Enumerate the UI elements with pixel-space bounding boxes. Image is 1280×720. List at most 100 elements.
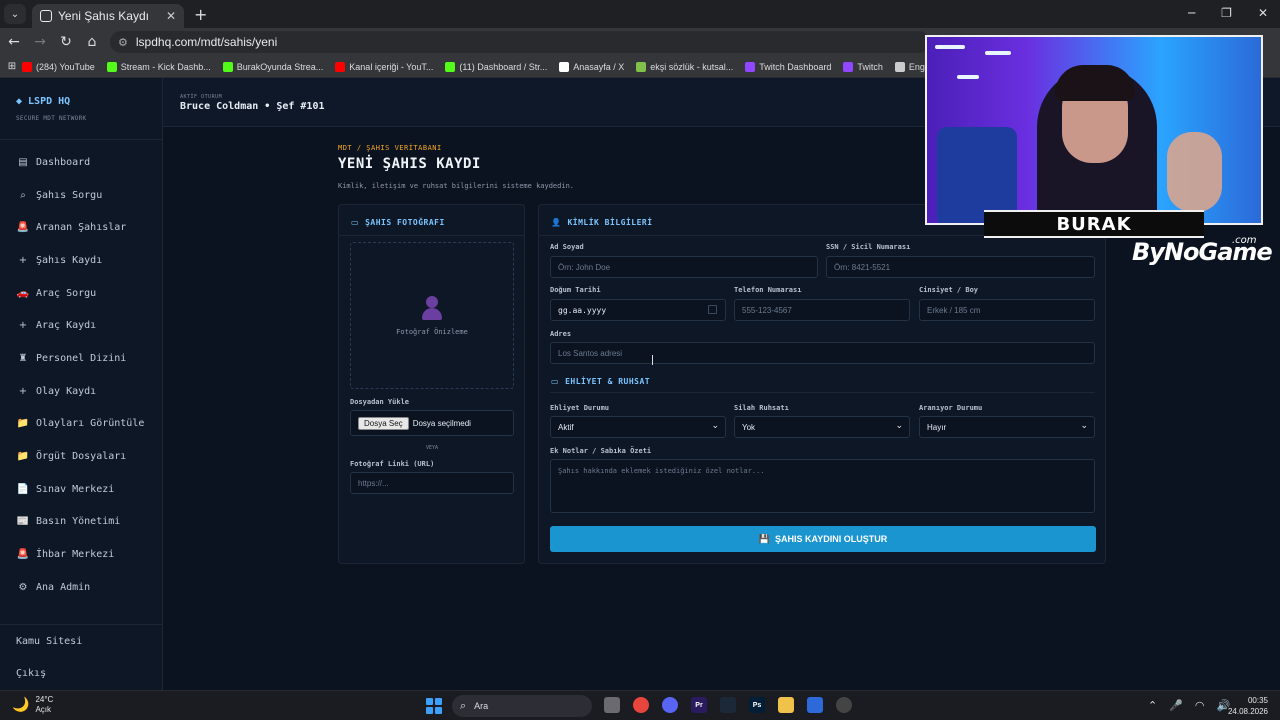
wanted-status-value: Hayır <box>927 422 947 432</box>
divider <box>339 235 524 236</box>
sidebar-item[interactable]: ♜ Personel Dizini <box>0 342 162 375</box>
browser-tab-active[interactable]: Yeni Şahıs Kaydı ✕ <box>32 4 184 28</box>
weather-temp: 24°C <box>35 695 54 704</box>
discord-icon[interactable] <box>662 697 678 713</box>
sidebar-item[interactable]: + Araç Kaydı <box>0 309 162 342</box>
file-input[interactable]: Dosya Seç Dosya seçilmedi <box>350 410 514 436</box>
moon-icon: 🌙 <box>12 697 30 713</box>
notes-label: Ek Notlar / Sabıka Özeti <box>550 447 652 455</box>
bookmark-item[interactable]: (284) YouTube <box>22 61 95 72</box>
sidebar-item-label: Aranan Şahıslar <box>36 222 127 234</box>
premiere-icon[interactable]: Pr <box>691 697 707 713</box>
person-icon <box>421 295 443 322</box>
tab-favicon-icon <box>40 10 52 22</box>
reload-icon[interactable]: ↻ <box>54 34 78 50</box>
clock[interactable]: 00:35 24.08.2026 <box>1228 695 1268 717</box>
address-input[interactable]: Los Santos adresi <box>550 342 1095 364</box>
weather-widget[interactable]: 🌙 24°C Açık <box>12 695 53 715</box>
apps-grid-icon[interactable]: ⊞ <box>2 61 22 72</box>
full-name-input[interactable]: Örn: John Doe <box>550 256 818 278</box>
tab-close-icon[interactable]: ✕ <box>166 9 176 23</box>
bookmark-label: Twitch <box>857 61 883 72</box>
dob-input[interactable]: gg.aa.yyyy <box>550 299 726 321</box>
page-description: Kimlik, iletişim ve ruhsat bilgilerini s… <box>338 182 575 190</box>
bookmark-item[interactable]: Twitch <box>843 61 883 72</box>
license-status-select[interactable]: Aktif ⌄ <box>550 416 726 438</box>
sidebar-bottom-item[interactable]: Kamu Sitesi <box>0 625 163 657</box>
sidebar-item[interactable]: 🚨 İhbar Merkezi <box>0 538 162 571</box>
sidebar-item-label: Sınav Merkezi <box>36 483 115 495</box>
chevron-down-icon: ⌄ <box>895 421 903 431</box>
create-record-button[interactable]: 💾 ŞAHIS KAYDINI OLUŞTUR <box>550 526 1096 552</box>
sidebar-item[interactable]: ⌕ Şahıs Sorgu <box>0 179 162 212</box>
close-window-icon[interactable]: ✕ <box>1258 6 1268 20</box>
bookmark-item[interactable]: (11) Dashboard / Str... <box>445 61 547 72</box>
chevron-up-icon[interactable]: ⌃ <box>1148 699 1157 712</box>
new-tab-button[interactable]: + <box>194 5 207 24</box>
restore-icon[interactable]: ❐ <box>1221 6 1232 20</box>
sidebar-item[interactable]: 📁 Örgüt Dosyaları <box>0 440 162 473</box>
bookmark-item[interactable]: ekşi sözlük - kutsal... <box>636 61 733 72</box>
bookmark-item[interactable]: BurakOyunda Strea... <box>222 61 323 72</box>
dob-value: gg.aa.yyyy <box>558 305 607 315</box>
sidebar-item[interactable]: 📰 Basın Yönetimi <box>0 506 162 539</box>
browser-tabbar: ⌄ Yeni Şahıs Kaydı ✕ + ─ ❐ ✕ <box>0 0 1280 28</box>
file-explorer-icon[interactable] <box>604 697 620 713</box>
forward-icon[interactable]: → <box>28 34 52 50</box>
tab-search-button[interactable]: ⌄ <box>4 4 26 24</box>
wanted-status-select[interactable]: Hayır ⌄ <box>919 416 1095 438</box>
notes-textarea[interactable]: Şahıs hakkında eklemek istediğiniz özel … <box>550 459 1095 513</box>
home-icon[interactable]: ⌂ <box>80 34 104 50</box>
ssn-label: SSN / Sicil Numarası <box>826 243 911 251</box>
bookmark-label: Anasayfa / X <box>573 61 625 72</box>
tab-title: Yeni Şahıs Kaydı <box>58 9 149 23</box>
bookmark-favicon-icon <box>843 61 854 72</box>
chrome-icon[interactable] <box>633 697 649 713</box>
wifi-icon[interactable]: ◠ <box>1195 699 1205 712</box>
sidebar-item[interactable]: 🚨 Aranan Şahıslar <box>0 211 162 244</box>
sidebar-bottom-item[interactable]: Çıkış <box>0 657 163 689</box>
sidebar-bottom: Kamu Sitesi Çıkış <box>0 624 163 689</box>
identity-card-heading: KİMLİK BİLGİLERİ <box>567 218 653 227</box>
bookmark-item[interactable]: Stream - Kick Dashb... <box>106 61 211 72</box>
sidebar-item-label: Olay Kaydı <box>36 385 97 397</box>
ssn-input[interactable]: Örn: 8421-5521 <box>826 256 1095 278</box>
sidebar-item-label: Araç Sorgu <box>36 287 97 299</box>
taskbar-search[interactable]: ⌕ Ara <box>452 695 592 717</box>
address-bar[interactable]: ⚙ lspdhq.com/mdt/sahis/yeni <box>110 31 930 53</box>
app-icon[interactable] <box>807 697 823 713</box>
bookmark-item[interactable]: Anasayfa / X <box>559 61 625 72</box>
bookmark-item[interactable]: Twitch Dashboard <box>745 61 831 72</box>
phone-input[interactable]: 555-123-4567 <box>734 299 910 321</box>
sidebar-item[interactable]: 🚗 Araç Sorgu <box>0 277 162 310</box>
sidebar-item[interactable]: + Olay Kaydı <box>0 375 162 408</box>
streamer-name-logo: BURAK <box>984 210 1204 238</box>
photo-url-input[interactable]: https://... <box>350 472 514 494</box>
sidebar-item-icon: ♜ <box>18 352 28 364</box>
obs-icon[interactable] <box>836 697 852 713</box>
folder-icon[interactable] <box>778 697 794 713</box>
gender-height-input[interactable]: Erkek / 185 cm <box>919 299 1095 321</box>
calendar-icon[interactable] <box>708 305 717 314</box>
start-button[interactable] <box>426 698 442 714</box>
sidebar-item[interactable]: + Şahıs Kaydı <box>0 244 162 277</box>
sidebar-item[interactable]: ⚙ Ana Admin <box>0 571 162 604</box>
divider <box>550 392 1095 393</box>
weapon-license-select[interactable]: Yok ⌄ <box>734 416 910 438</box>
sidebar-item[interactable]: ▤ Dashboard <box>0 146 162 179</box>
back-icon[interactable]: ← <box>2 34 26 50</box>
photo-card-heading: ŞAHIS FOTOĞRAFI <box>365 218 445 227</box>
sidebar-item[interactable]: 📁 Olayları Görüntüle <box>0 408 162 441</box>
minimize-icon[interactable]: ─ <box>1188 6 1195 20</box>
sidebar-item[interactable]: 📄 Sınav Merkezi <box>0 473 162 506</box>
save-icon: 💾 <box>758 533 771 544</box>
photoshop-icon[interactable]: Ps <box>749 697 765 713</box>
photo-card: ▭ ŞAHIS FOTOĞRAFI Fotoğraf Önizleme Dosy… <box>338 204 525 564</box>
steam-icon[interactable] <box>720 697 736 713</box>
site-info-icon[interactable]: ⚙ <box>118 36 128 49</box>
bookmark-item[interactable]: Kanal içeriği - YouT... <box>335 61 433 72</box>
microphone-icon[interactable]: 🎤 <box>1169 699 1183 712</box>
sidebar-item-label: Personel Dizini <box>36 352 127 364</box>
choose-file-button[interactable]: Dosya Seç <box>358 416 409 430</box>
create-record-label: ŞAHIS KAYDINI OLUŞTUR <box>775 534 888 544</box>
